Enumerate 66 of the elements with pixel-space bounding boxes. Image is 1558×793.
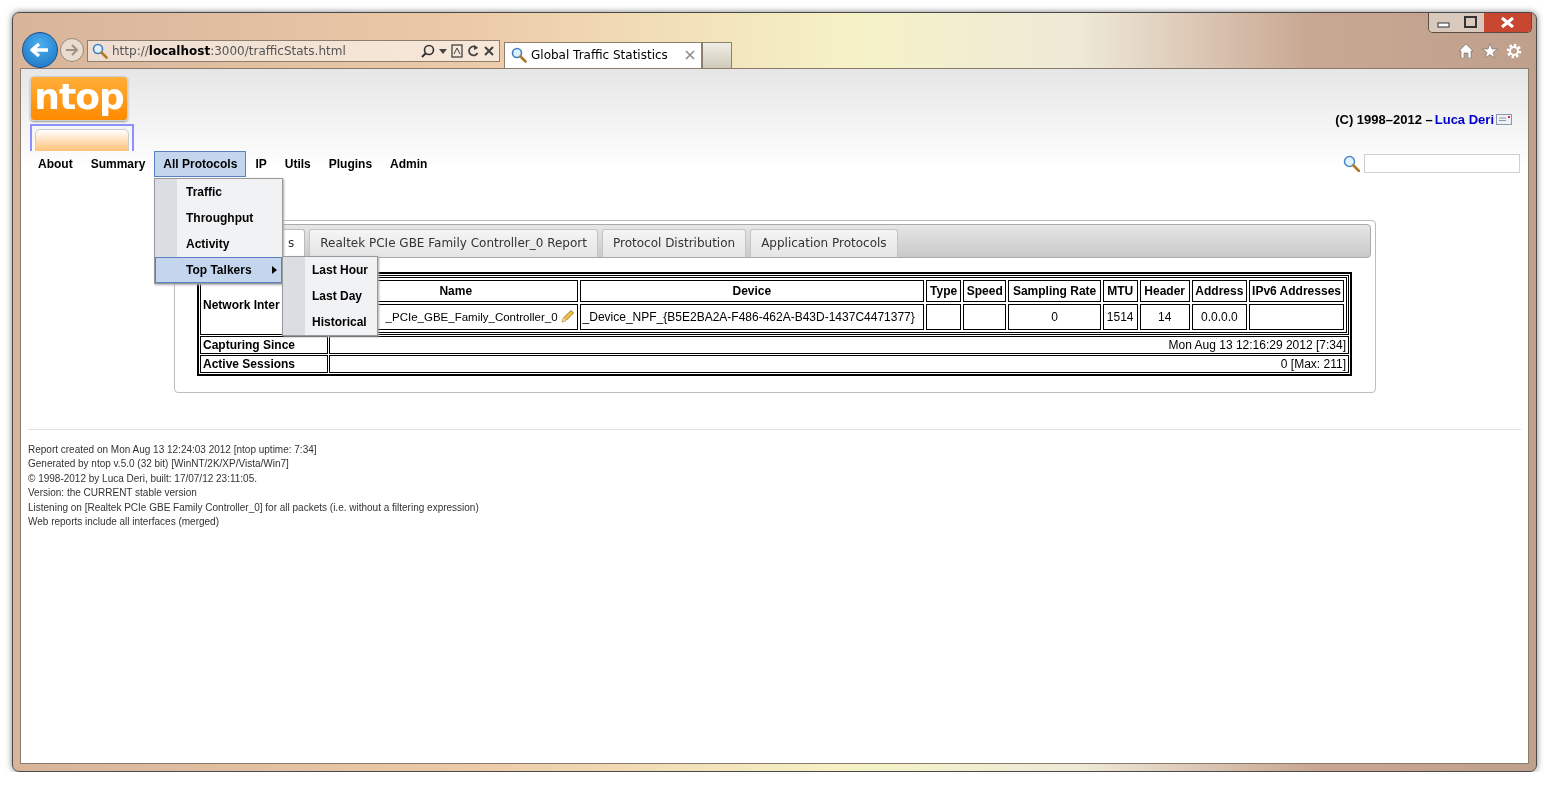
menu-item[interactable]: Traffic <box>155 178 282 205</box>
forward-arrow-icon <box>65 43 79 56</box>
url-text: http://localhost:3000/trafficStats.html <box>112 43 347 58</box>
table-cell: 14 <box>1139 303 1190 330</box>
forward-button[interactable] <box>60 37 84 62</box>
close-icon[interactable] <box>685 50 695 61</box>
star-icon[interactable] <box>1482 43 1498 58</box>
footer-line: Version: the CURRENT stable version <box>28 486 198 501</box>
menu-item[interactable]: Throughput <box>155 204 282 231</box>
nav-tab[interactable]: Summary <box>81 150 155 177</box>
footer-line: © 1998-2012 by Luca Deri, built: 17/07/12 23:11:05. <box>28 471 258 486</box>
nav-tab[interactable]: Utils <box>275 150 320 177</box>
settings-icon[interactable] <box>1506 43 1522 59</box>
column-header: Speed <box>963 279 1007 302</box>
pencil-icon[interactable] <box>559 309 575 325</box>
author-link[interactable]: Luca Deri <box>1434 111 1494 127</box>
refresh-icon[interactable] <box>467 43 479 58</box>
column-header: Address <box>1191 279 1248 302</box>
back-button[interactable] <box>22 31 58 68</box>
column-header: Device <box>579 279 925 302</box>
search-icon <box>1343 155 1360 173</box>
envelope-icon[interactable] <box>1496 113 1512 125</box>
table-cell: _Device_NPF_{B5E2BA2A-F486-462A-B43D-1437C4471377} <box>579 303 925 330</box>
nav-tab[interactable]: All Protocols <box>154 150 247 177</box>
column-header: MTU <box>1102 279 1138 302</box>
menu-item[interactable]: Top Talkers <box>155 256 282 283</box>
row-label: Capturing Since <box>200 335 328 354</box>
column-header: Sampling Rate <box>1008 279 1101 302</box>
nav-tab[interactable]: Admin <box>381 150 437 177</box>
table-cell: 0 <box>1008 303 1101 330</box>
search-field[interactable] <box>1364 154 1520 174</box>
web-logo-drawing[interactable] <box>30 123 134 151</box>
search-icon <box>511 47 527 64</box>
row-value: 0 [Max: 211] <box>329 354 1349 373</box>
nav-tab[interactable]: IP <box>246 150 276 177</box>
new-tab-button[interactable] <box>702 41 732 68</box>
report-tab[interactable]: Protocol Distribution <box>601 228 747 257</box>
compatibility-view-icon[interactable] <box>451 43 463 58</box>
column-header: IPv6 Addresses <box>1249 279 1344 302</box>
table-cell: 1514 <box>1102 303 1138 330</box>
report-tab[interactable]: Realtek PCIe GBE Family Controller_0 Report <box>309 228 598 257</box>
maximize-icon[interactable] <box>1458 13 1484 32</box>
menu-item[interactable]: Activity <box>155 230 282 257</box>
back-arrow-icon <box>30 41 50 58</box>
interface-name: _PCIe_GBE_Family_Controller_0 <box>385 310 558 323</box>
row-value: Mon Aug 13 12:16:29 2012 [7:34] <box>329 335 1349 354</box>
report-tab[interactable]: Application Protocols <box>750 228 898 257</box>
footer-line: Listening on [Realtek PCIe GBE Family Controller_0] for all packets (i.e. without a filtering expression) <box>28 500 480 515</box>
footer-line: Report created on Mon Aug 13 12:24:03 2012 [ntop uptime: 7:34] <box>28 442 318 457</box>
table-cell: 0.0.0.0 <box>1191 303 1248 330</box>
address-bar[interactable]: http://localhost:3000/trafficStats.html <box>87 39 500 62</box>
browser-tab[interactable]: Global Traffic Statistics <box>504 41 702 68</box>
close-icon[interactable] <box>1484 13 1531 32</box>
footer-line: Web reports include all interfaces (merged) <box>28 515 220 530</box>
stop-icon[interactable] <box>483 44 495 57</box>
column-header: Header <box>1139 279 1190 302</box>
row-label: Active Sessions <box>200 354 328 373</box>
nav-tab[interactable]: About <box>29 150 82 177</box>
nav-tab[interactable]: Plugins <box>319 150 382 177</box>
minimize-icon[interactable] <box>1429 13 1458 32</box>
footer-line: Generated by ntop v.5.0 (32 bit) [WinNT/2K/XP/Vista/Win7] <box>28 457 290 472</box>
home-icon[interactable] <box>1458 43 1474 58</box>
search-icon <box>92 42 108 59</box>
search-icon[interactable] <box>421 43 435 58</box>
copyright-text: (C) 1998–2012 –Luca Deri <box>1335 87 1512 151</box>
column-header: Type <box>926 279 962 302</box>
